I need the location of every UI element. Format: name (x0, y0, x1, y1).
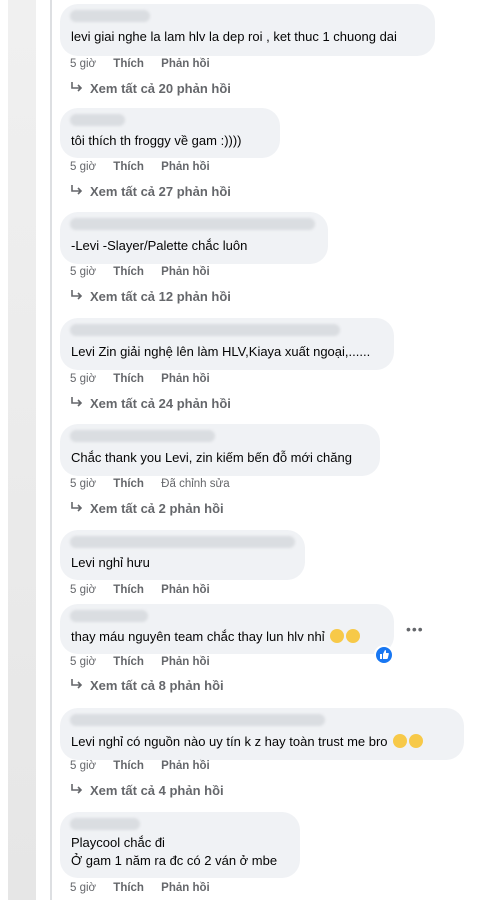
reply-arrow-icon (70, 289, 86, 304)
reply-link[interactable]: Phản hồi (161, 266, 210, 278)
comment-time[interactable]: 5 giờ (70, 373, 96, 385)
comment-meta: 5 giờ Thích Phản hồi (70, 882, 224, 894)
like-link[interactable]: Thích (113, 266, 144, 278)
view-replies[interactable]: Xem tất cả 24 phản hồi (70, 396, 231, 411)
reply-link[interactable]: Phản hồi (161, 656, 210, 668)
comment-bubble: tôi thích th froggy về gam :)))) (60, 108, 280, 158)
view-replies[interactable]: Xem tất cả 2 phản hồi (70, 501, 224, 516)
view-replies-label: Xem tất cả 12 phản hồi (90, 289, 231, 304)
comment-meta: 5 giờ Thích Đã chỉnh sửa (70, 478, 244, 490)
comment-bubble: Levi nghỉ có nguồn nào uy tín k z hay to… (60, 708, 464, 760)
like-link[interactable]: Thích (113, 882, 144, 894)
reply-arrow-icon (70, 396, 86, 411)
comment-bubble: levi giai nghe la lam hlv la dep roi , k… (60, 4, 435, 56)
reply-link[interactable]: Phản hồi (161, 882, 210, 894)
comment-text: tôi thích th froggy về gam :)))) (71, 133, 242, 148)
comment-text-body: Levi nghỉ có nguồn nào uy tín k z hay to… (71, 734, 388, 749)
comment-time[interactable]: 5 giờ (70, 584, 96, 596)
view-replies-label: Xem tất cả 20 phản hồi (90, 81, 231, 96)
comment-meta: 5 giờ Thích Phản hồi (70, 584, 224, 596)
comment-time[interactable]: 5 giờ (70, 161, 96, 173)
author-name-blurred[interactable] (70, 218, 315, 230)
view-replies[interactable]: Xem tất cả 4 phản hồi (70, 783, 224, 798)
view-replies[interactable]: Xem tất cả 27 phản hồi (70, 184, 231, 199)
author-name-blurred[interactable] (70, 324, 340, 336)
comment-text: levi giai nghe la lam hlv la dep roi , k… (71, 29, 397, 44)
reply-link[interactable]: Phản hồi (161, 161, 210, 173)
like-link[interactable]: Thích (113, 161, 144, 173)
like-link[interactable]: Thích (113, 656, 144, 668)
laughing-emoji-icon (393, 734, 408, 748)
comment-meta: 5 giờ Thích Phản hồi (70, 656, 224, 668)
comment-time[interactable]: 5 giờ (70, 882, 96, 894)
reply-arrow-icon (70, 501, 86, 516)
comment-meta: 5 giờ Thích Phản hồi (70, 373, 224, 385)
reply-arrow-icon (70, 81, 86, 96)
view-replies-label: Xem tất cả 24 phản hồi (90, 396, 231, 411)
comment-text: Levi nghỉ có nguồn nào uy tín k z hay to… (71, 733, 424, 751)
like-link[interactable]: Thích (113, 58, 144, 70)
laughing-emoji-icon (330, 629, 345, 643)
comment-time[interactable]: 5 giờ (70, 656, 96, 668)
reply-link[interactable]: Phản hồi (161, 58, 210, 70)
comment-meta: 5 giờ Thích Phản hồi (70, 161, 224, 173)
reply-link[interactable]: Phản hồi (161, 760, 210, 772)
more-options-button[interactable]: ••• (406, 621, 424, 637)
comment-bubble: Playcool chắc đi Ở gam 1 năm ra đc có 2 … (60, 812, 300, 878)
comment-meta: 5 giờ Thích Phản hồi (70, 266, 224, 278)
comment-bubble: Chắc thank you Levi, zin kiếm bến đỗ mới… (60, 424, 380, 476)
author-name-blurred[interactable] (70, 10, 150, 22)
view-replies-label: Xem tất cả 8 phản hồi (90, 678, 224, 693)
author-name-blurred[interactable] (70, 536, 295, 548)
comment-text-line-2: Ở gam 1 năm ra đc có 2 ván ở mbe (71, 853, 278, 868)
like-link[interactable]: Thích (113, 478, 144, 490)
author-name-blurred[interactable] (70, 114, 125, 126)
view-replies[interactable]: Xem tất cả 12 phản hồi (70, 289, 231, 304)
reply-arrow-icon (70, 783, 86, 798)
comment-bubble: Levi Zin giải nghệ lên làm HLV,Kiaya xuấ… (60, 318, 394, 370)
comment-text: Levi Zin giải nghệ lên làm HLV,Kiaya xuấ… (71, 344, 371, 359)
view-replies-label: Xem tất cả 27 phản hồi (90, 184, 231, 199)
reply-arrow-icon (70, 678, 86, 693)
laughing-emoji-icon (409, 734, 424, 748)
avatar-column-blurred (8, 0, 36, 900)
like-link[interactable]: Thích (113, 373, 144, 385)
thread-line (50, 0, 52, 900)
comment-bubble: Levi nghỉ hưu (60, 530, 305, 580)
comment-time[interactable]: 5 giờ (70, 58, 96, 70)
laughing-emoji-icon (346, 629, 361, 643)
comment-text: -Levi -Slayer/Palette chắc luôn (71, 238, 248, 253)
comment-text-body: thay máu nguyên team chắc thay lun hlv n… (71, 629, 325, 644)
comment-time[interactable]: 5 giờ (70, 266, 96, 278)
author-name-blurred[interactable] (70, 714, 325, 726)
author-name-blurred[interactable] (70, 610, 148, 622)
reply-link[interactable]: Phản hồi (161, 373, 210, 385)
like-link[interactable]: Thích (113, 584, 144, 596)
like-reaction-icon (374, 645, 394, 665)
reply-link[interactable]: Phản hồi (161, 584, 210, 596)
comment-time[interactable]: 5 giờ (70, 760, 96, 772)
comment-time[interactable]: 5 giờ (70, 478, 96, 490)
comment-bubble: -Levi -Slayer/Palette chắc luôn (60, 212, 328, 264)
edited-label: Đã chỉnh sửa (161, 478, 230, 490)
comment-text: thay máu nguyên team chắc thay lun hlv n… (71, 628, 361, 646)
comment-meta: 5 giờ Thích Phản hồi (70, 760, 224, 772)
comment-text: Chắc thank you Levi, zin kiếm bến đỗ mới… (71, 450, 352, 465)
view-replies[interactable]: Xem tất cả 8 phản hồi (70, 678, 224, 693)
reply-arrow-icon (70, 184, 86, 199)
author-name-blurred[interactable] (70, 430, 215, 442)
view-replies-label: Xem tất cả 4 phản hồi (90, 783, 224, 798)
comment-text: Levi nghỉ hưu (71, 555, 150, 570)
like-link[interactable]: Thích (113, 760, 144, 772)
view-replies-label: Xem tất cả 2 phản hồi (90, 501, 224, 516)
view-replies[interactable]: Xem tất cả 20 phản hồi (70, 81, 231, 96)
comment-text-line-1: Playcool chắc đi (71, 835, 165, 850)
comment-bubble: thay máu nguyên team chắc thay lun hlv n… (60, 604, 394, 654)
comment-meta: 5 giờ Thích Phản hồi (70, 58, 224, 70)
author-name-blurred[interactable] (70, 818, 140, 830)
